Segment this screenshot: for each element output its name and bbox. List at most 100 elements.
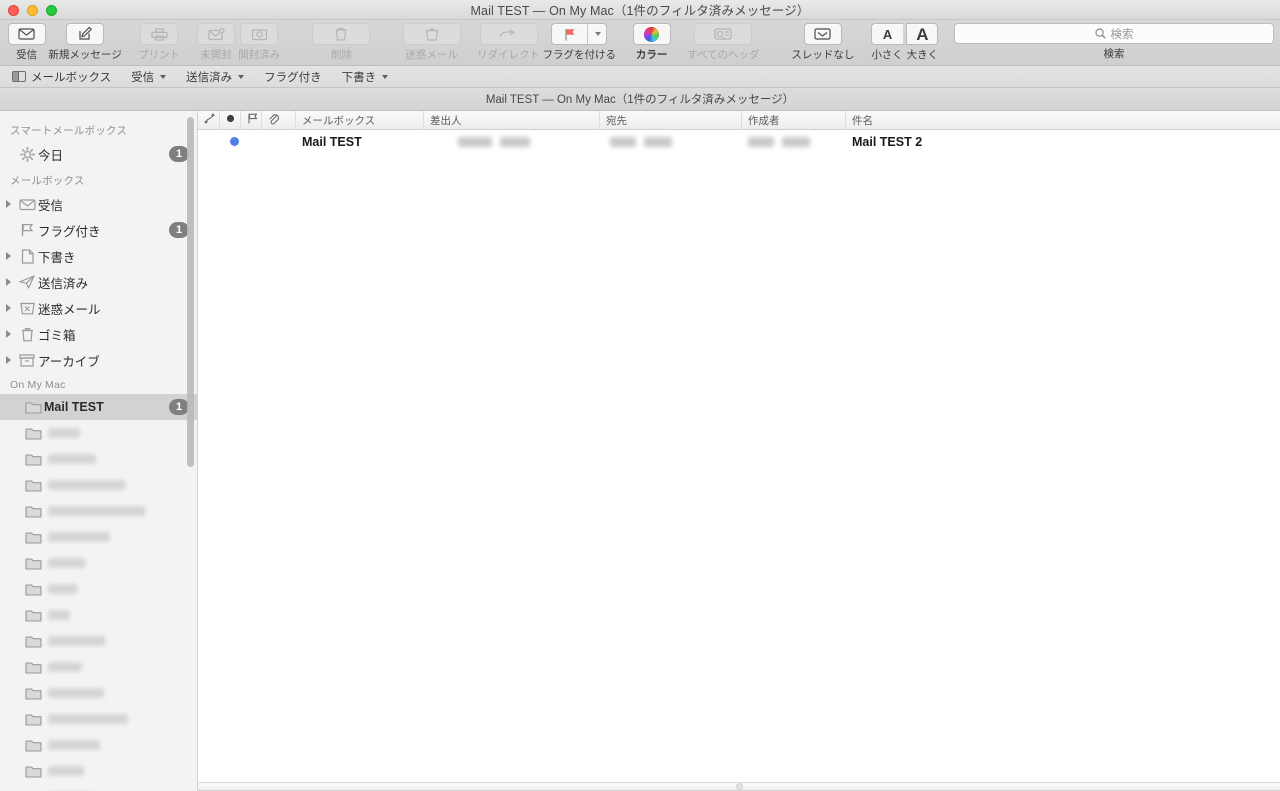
sidebar-item-label-redacted: [48, 532, 110, 542]
column-header-label: 作成者: [748, 114, 780, 127]
sidebar-item-label-redacted: [48, 428, 80, 438]
toolbar-label-color: カラー: [635, 49, 668, 61]
favorites-item-inbox[interactable]: 受信: [131, 69, 167, 85]
toolbar-button-redirect[interactable]: リダイレクト: [476, 23, 542, 62]
favorites-item-flagged[interactable]: フラグ付き: [264, 69, 322, 85]
folder-icon: [22, 739, 44, 752]
message-row[interactable]: Mail TEST Mail TEST 2: [198, 130, 1280, 153]
disclosure-triangle-icon[interactable]: [0, 304, 16, 312]
sidebar-toggle-button[interactable]: メールボックス: [12, 69, 111, 85]
sidebar-item-mail-test[interactable]: Mail TEST 1: [0, 394, 197, 420]
favorites-label-sent: 送信済み: [186, 71, 233, 84]
redacted-text: [610, 136, 636, 147]
disclosure-triangle-icon[interactable]: [0, 278, 16, 286]
favorites-label-mailboxes: メールボックス: [31, 71, 112, 84]
message-cell-to: [600, 130, 742, 153]
toolbar-button-font-smaller[interactable]: A 小さく: [869, 23, 904, 62]
sidebar-item-label: ゴミ箱: [38, 328, 76, 343]
unread-indicator-icon[interactable]: [230, 137, 239, 146]
sidebar-item-folder[interactable]: [0, 602, 197, 628]
sidebar-scrollbar[interactable]: [187, 117, 194, 467]
sidebar-item-folder[interactable]: [0, 732, 197, 758]
search-input[interactable]: 検索: [954, 23, 1275, 44]
sidebar-item-folder[interactable]: [0, 654, 197, 680]
column-header-unread[interactable]: [220, 110, 241, 130]
pane-splitter[interactable]: [198, 782, 1280, 791]
sidebar-item-送信済み[interactable]: 送信済み: [0, 269, 197, 295]
column-header-attach[interactable]: [262, 110, 296, 130]
toolbar-button-delete[interactable]: 削除: [311, 23, 372, 62]
chevron-down-icon: [160, 74, 167, 79]
toolbar-button-no-thread[interactable]: スレッドなし: [790, 23, 856, 62]
sidebar-item-label-redacted: [48, 662, 82, 672]
sidebar-item-下書き[interactable]: 下書き: [0, 243, 197, 269]
toolbar-label-font-larger: 大きく: [906, 49, 939, 61]
sidebar-item-folder[interactable]: [0, 758, 197, 784]
disclosure-triangle-icon[interactable]: [0, 330, 16, 338]
sidebar-item-label: Mail TEST: [44, 400, 104, 414]
sidebar-item-迷惑メール[interactable]: 迷惑メール: [0, 295, 197, 321]
sidebar-item-folder[interactable]: [0, 706, 197, 732]
minimize-button[interactable]: [27, 5, 38, 16]
sidebar-item-folder[interactable]: [0, 550, 197, 576]
favorites-item-sent[interactable]: 送信済み: [186, 69, 245, 85]
sidebar-item-ゴミ箱[interactable]: ゴミ箱: [0, 321, 197, 347]
toolbar-button-unread[interactable]: 未開封: [195, 23, 236, 62]
column-header-subject[interactable]: 件名: [846, 111, 1280, 130]
toolbar-label-compose: 新規メッセージ: [48, 49, 122, 61]
column-header-label: 宛先: [606, 114, 627, 127]
toolbar-label-flag: フラグを付ける: [542, 49, 617, 61]
favorites-item-drafts[interactable]: 下書き: [342, 69, 389, 85]
redacted-text: [782, 136, 810, 147]
toolbar-button-inbox[interactable]: 受信: [6, 23, 47, 62]
zoom-button[interactable]: [46, 5, 57, 16]
toolbar-button-print[interactable]: プリント: [137, 23, 182, 62]
column-header-thread[interactable]: [198, 110, 220, 130]
toolbar-button-flag[interactable]: フラグを付ける: [541, 23, 617, 62]
column-header-flag[interactable]: [241, 110, 262, 130]
sidebar-item-folder[interactable]: [0, 524, 197, 550]
column-header-to[interactable]: 宛先: [600, 110, 742, 130]
toolbar-button-junk[interactable]: 迷惑メール: [401, 23, 462, 62]
toolbar-label-no-thread: スレッドなし: [791, 49, 855, 61]
toolbar-button-all-headers[interactable]: すべてのヘッダ: [686, 23, 761, 62]
toolbar-label-font-smaller: 小さく: [871, 49, 903, 61]
sidebar-item-folder[interactable]: [0, 680, 197, 706]
disclosure-triangle-icon[interactable]: [0, 200, 16, 208]
sidebar-item-folder[interactable]: [0, 472, 197, 498]
toolbar-button-compose[interactable]: 新規メッセージ: [47, 23, 123, 62]
column-header-from[interactable]: 差出人: [424, 110, 600, 130]
folder-icon: [22, 505, 44, 518]
compose-icon: [66, 23, 105, 45]
toolbar-button-color[interactable]: カラー: [631, 23, 672, 62]
sidebar-item-フラグ付き[interactable]: フラグ付き 1: [0, 217, 197, 243]
sidebar-item-label-redacted: [48, 610, 70, 620]
disclosure-triangle-icon[interactable]: [0, 252, 16, 260]
message-cell-attach: [262, 130, 296, 153]
sidebar-panel-icon: [12, 71, 26, 82]
sidebar-item-今日[interactable]: 今日 1: [0, 141, 197, 167]
mailbox-subtitle-bar: Mail TEST — On My Mac（1件のフィルタ済みメッセージ）: [0, 88, 1280, 111]
paperclip-icon: [268, 113, 280, 128]
splitter-handle-dot: [735, 783, 743, 790]
sidebar-item-受信[interactable]: 受信: [0, 191, 197, 217]
close-button[interactable]: [8, 5, 19, 16]
sidebar-item-folder[interactable]: [0, 628, 197, 654]
toolbar-button-font-larger[interactable]: A 大きく: [905, 23, 940, 62]
sidebar-item-label-redacted: [48, 506, 146, 516]
toolbar-button-read[interactable]: 開封済み: [237, 23, 282, 62]
message-cell-flag: [241, 130, 262, 153]
sidebar-item-label-redacted: [48, 558, 86, 568]
column-header-author[interactable]: 作成者: [742, 110, 846, 130]
sidebar-item-アーカイブ[interactable]: アーカイブ: [0, 347, 197, 373]
disclosure-triangle-icon[interactable]: [0, 356, 16, 364]
column-header-mailbox[interactable]: メールボックス: [296, 110, 424, 130]
sidebar-item-folder[interactable]: [0, 446, 197, 472]
sidebar-item-folder[interactable]: [0, 420, 197, 446]
sidebar-item-folder[interactable]: [0, 784, 197, 791]
sidebar-item-folder[interactable]: [0, 498, 197, 524]
message-list-header: メールボックス 差出人 宛先 作成者 件名: [198, 110, 1280, 130]
toolbar-label-redirect: リダイレクト: [477, 49, 541, 61]
message-list-body: Mail TEST Mail TEST 2: [198, 130, 1280, 782]
sidebar-item-folder[interactable]: [0, 576, 197, 602]
